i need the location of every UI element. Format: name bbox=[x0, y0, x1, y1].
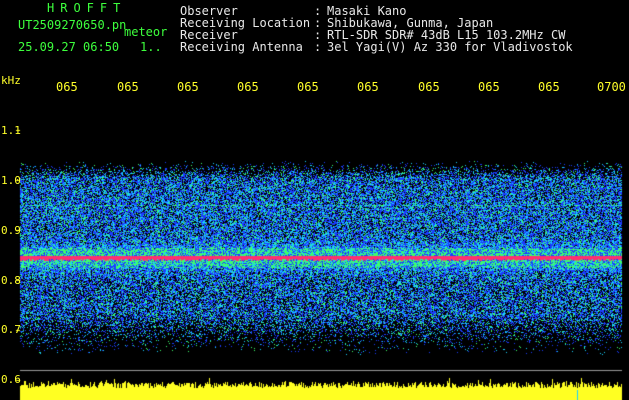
antenna-colon: : bbox=[314, 40, 322, 54]
x-tick-label: 0700 bbox=[597, 80, 626, 94]
y-axis-unit: kHz bbox=[1, 74, 21, 87]
x-tick-label: 065 bbox=[56, 80, 78, 94]
x-tick-label: 065 bbox=[478, 80, 500, 94]
date-time: 25.09.27 06:50 bbox=[18, 40, 120, 54]
file-name: UT2509270650.pn bbox=[18, 18, 127, 32]
x-tick-label: 065 bbox=[117, 80, 139, 94]
y-tick-label: 1.0 bbox=[1, 174, 21, 187]
x-tick-label: 065 bbox=[538, 80, 560, 94]
y-tick-label: 0.6 bbox=[1, 373, 21, 386]
y-tick-label: 0.9 bbox=[1, 224, 21, 237]
x-tick-label: 065 bbox=[237, 80, 259, 94]
app-brand: HROFFT bbox=[47, 1, 127, 15]
antenna-value: 3el Yagi(V) Az 330 for Vladivostok bbox=[327, 40, 573, 54]
spectrogram-canvas bbox=[0, 0, 629, 400]
file-count: 1.. bbox=[140, 40, 162, 54]
y-tick-label: 0.8 bbox=[1, 274, 21, 287]
y-tick-label: 0.7 bbox=[1, 323, 21, 336]
y-tick-label: 1.1 bbox=[1, 124, 21, 137]
x-tick-label: 065 bbox=[177, 80, 199, 94]
file-type-label: meteor bbox=[124, 25, 168, 39]
x-tick-label: 065 bbox=[297, 80, 319, 94]
x-tick-label: 065 bbox=[357, 80, 379, 94]
antenna-key: Receiving Antenna bbox=[180, 40, 303, 54]
x-tick-label: 065 bbox=[418, 80, 440, 94]
